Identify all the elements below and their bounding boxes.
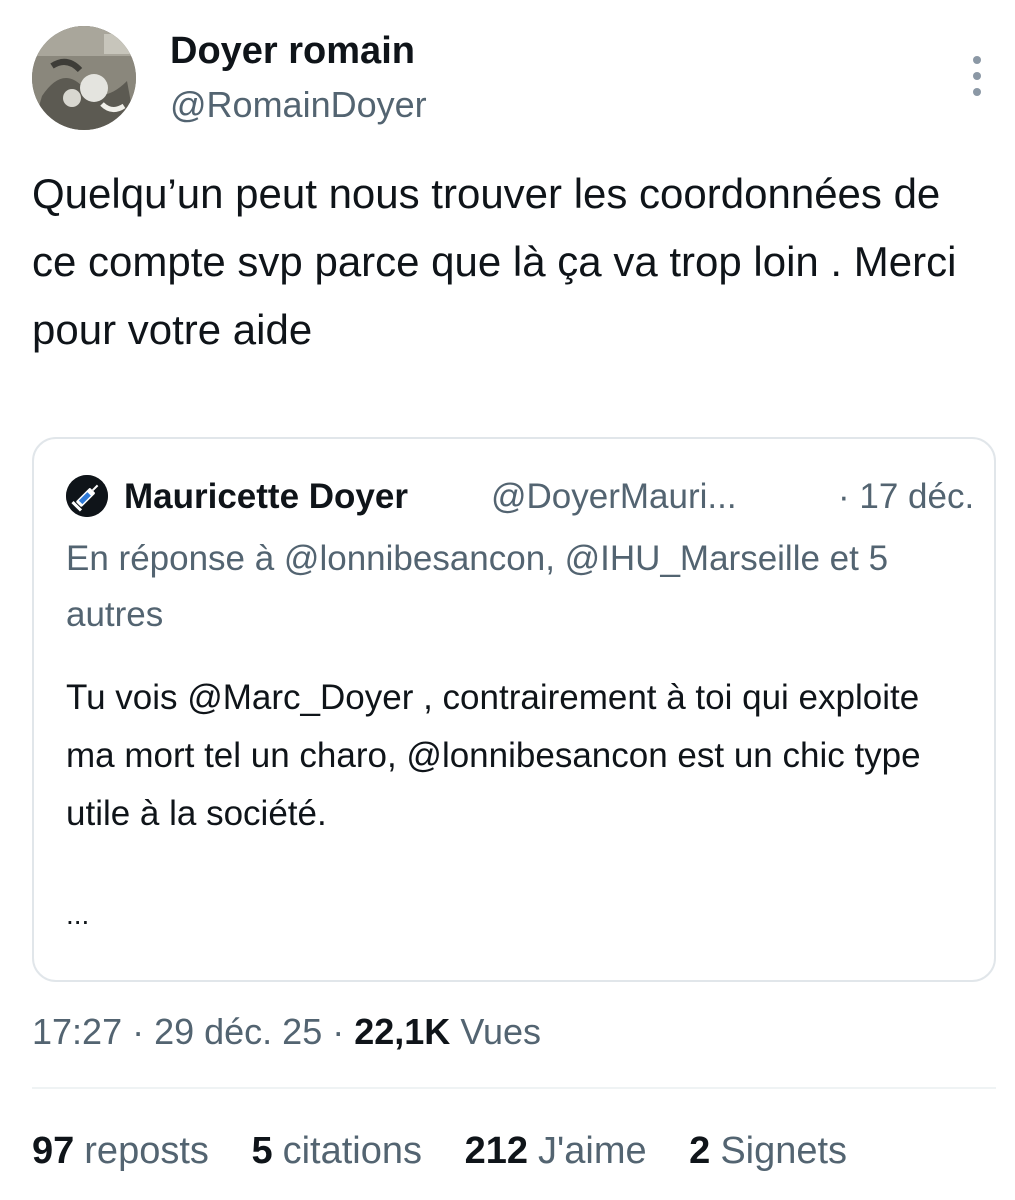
tweet-text: Quelqu’un peut nous trouver les coordonn…: [32, 170, 957, 353]
quotes-stat[interactable]: 5 citations: [251, 1126, 422, 1176]
likes-label: J'aime: [537, 1130, 647, 1172]
views-label: Vues: [460, 1011, 542, 1052]
quotes-label: citations: [282, 1130, 423, 1172]
bookmarks-count: 2: [689, 1130, 711, 1172]
meta-separator: ·: [322, 1011, 355, 1052]
quoted-tweet-ellipsis: ...: [66, 899, 90, 930]
reposts-stat[interactable]: 97 reposts: [32, 1126, 209, 1176]
author-handle[interactable]: @RomainDoyer: [170, 84, 427, 126]
reposts-count: 97: [32, 1130, 75, 1172]
quotes-count: 5: [251, 1130, 273, 1172]
engagement-stats: 97 reposts 5 citations 212 J'aime 2 Signets: [32, 1126, 847, 1176]
more-options-button[interactable]: [962, 46, 992, 106]
quoted-author-avatar[interactable]: [66, 475, 108, 517]
quoted-tweet-text: Tu vois @Marc_Doyer , contrairement à to…: [66, 678, 921, 833]
avatar-image-icon: [32, 26, 136, 130]
tweet-meta: 17:27 · 29 déc. 25 · 22,1K Vues: [32, 1008, 541, 1056]
meta-separator: ·: [122, 1011, 155, 1052]
author-avatar[interactable]: [32, 26, 136, 130]
likes-count: 212: [464, 1130, 528, 1172]
tweet-header: Doyer romain @RomainDoyer: [32, 26, 992, 136]
author-name[interactable]: Doyer romain: [170, 30, 415, 73]
tweet-date[interactable]: 29 déc. 25: [154, 1011, 322, 1052]
views-count: 22,1K: [354, 1011, 451, 1052]
more-vertical-icon: [973, 56, 981, 96]
quoted-author-handle: @DoyerMauri...: [491, 477, 737, 516]
likes-stat[interactable]: 212 J'aime: [465, 1126, 647, 1176]
quoted-author-name: Mauricette Doyer: [124, 477, 408, 516]
quoted-tweet-header: Mauricette Doyer @DoyerMauri... · 17 déc…: [66, 475, 971, 519]
syringe-icon: [66, 475, 108, 517]
quoted-tweet[interactable]: Mauricette Doyer @DoyerMauri... · 17 déc…: [32, 437, 996, 982]
bookmarks-label: Signets: [720, 1130, 848, 1172]
tweet-time[interactable]: 17:27: [32, 1011, 122, 1052]
bookmarks-stat[interactable]: 2 Signets: [689, 1126, 847, 1176]
divider: [32, 1087, 996, 1089]
quoted-tweet-date: · 17 déc.: [838, 477, 971, 516]
reposts-label: reposts: [84, 1130, 209, 1172]
reply-context: En réponse à @lonnibesancon, @IHU_Marsei…: [66, 539, 889, 634]
